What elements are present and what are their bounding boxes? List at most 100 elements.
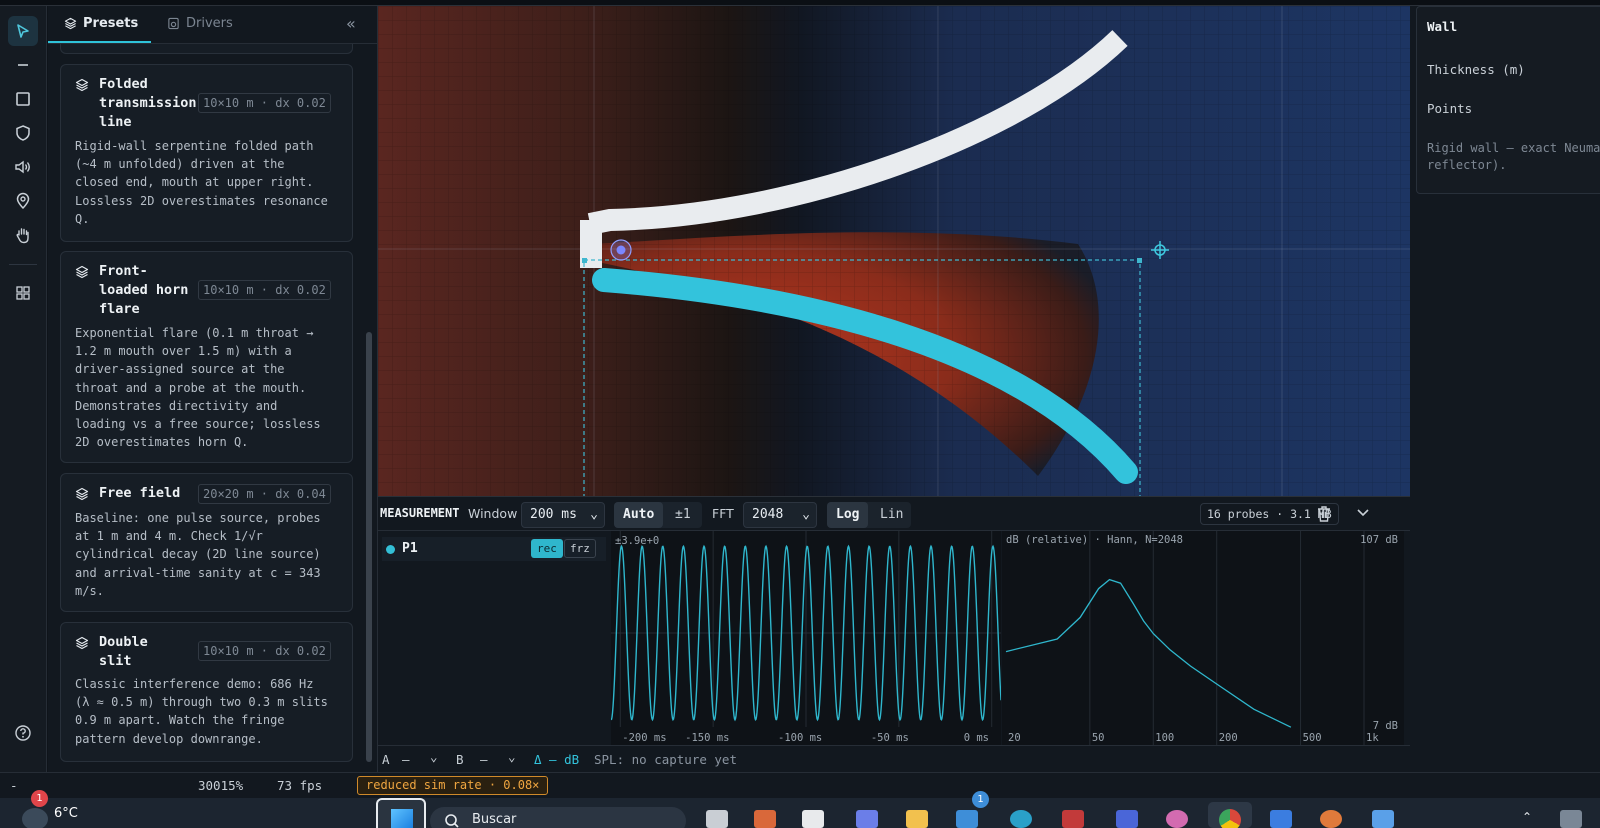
marker-b-select[interactable]: — ⌄ (480, 749, 522, 767)
reduced-sim-rate-badge: reduced sim rate · 0.08× (357, 776, 549, 795)
description-line: 1.2 m mouth over 1.5 m) with a (75, 344, 292, 359)
chevron-up-icon[interactable]: ⌃ (1522, 810, 1532, 824)
collapse-panel-button[interactable]: « (346, 14, 356, 33)
weather-temperature[interactable]: 6°C (54, 806, 78, 821)
layers-icon (64, 17, 77, 30)
os-taskbar: 1 6°C Buscar 1 ⌃ (0, 790, 1600, 828)
window-value: 200 ms (530, 507, 577, 522)
preset-card-free-field[interactable]: Free field 20×20 m · dx 0.04 Baseline: o… (60, 473, 353, 612)
preset-description: Classic interference demo: 686 Hz (λ ≈ 0… (75, 675, 345, 748)
speaker-icon[interactable] (8, 152, 38, 182)
chevron-down-icon: ⌄ (430, 749, 438, 764)
preset-name-line: Front- (99, 263, 148, 279)
trash-icon[interactable] (1316, 505, 1332, 523)
app-icon-flower[interactable] (1166, 810, 1188, 828)
app-icon-gmail[interactable] (1062, 810, 1084, 828)
preset-description: Exponential flare (0.1 m throat → 1.2 m … (75, 324, 345, 451)
log-button[interactable]: Log (827, 502, 869, 528)
description-line: Q. (75, 211, 90, 226)
app-icon-media-player[interactable] (1320, 810, 1342, 828)
description-line: and arrival-time sanity at c = 343 (75, 565, 321, 580)
measurement-footer: A — ⌄ B — ⌄ Δ — dB SPL: no capture yet (378, 745, 1410, 773)
waveform-x-tick-label: 0 ms (964, 732, 989, 744)
marker-a-value: — (402, 752, 410, 767)
spectrum-x-tick-label: 50 (1092, 732, 1105, 744)
window-select[interactable]: 200 ms ⌄ (521, 502, 605, 528)
folder-icon[interactable] (906, 810, 928, 828)
y-min-label: 7 dB (1373, 720, 1398, 732)
selection-handle[interactable] (582, 258, 587, 263)
grid-icon[interactable] (8, 278, 38, 308)
preset-name: Free field (99, 484, 180, 503)
location-pin-icon[interactable] (8, 186, 38, 216)
marker-a-select[interactable]: — ⌄ (402, 749, 444, 767)
simulation-canvas[interactable] (378, 6, 1410, 496)
spectrum-plot: dB (relative) · Hann, N=2048 107 dB 7 dB… (1002, 531, 1404, 745)
app-icon-documents[interactable] (802, 810, 824, 828)
preset-name-line: Free field (99, 485, 181, 501)
waveform-x-tick-label: -200 ms (622, 732, 666, 744)
line-icon[interactable] (8, 50, 38, 80)
app-icon-notepad[interactable] (1372, 810, 1394, 828)
weather-icon[interactable] (22, 808, 48, 828)
preset-meta-badge: 10×10 m · dx 0.02 (198, 641, 331, 661)
collapse-chevron-icon[interactable] (1356, 508, 1370, 518)
preset-card-front-loaded-horn-flare[interactable]: Front- loaded horn flare 10×10 m · dx 0.… (60, 251, 353, 463)
spectrum-header: dB (relative) · Hann, N=2048 (1006, 534, 1183, 546)
description-line: Demonstrates directivity and (75, 398, 278, 413)
measurement-title: MEASUREMENT (380, 506, 460, 520)
preset-card-double-slit[interactable]: Double slit 10×10 m · dx 0.02 Classic in… (60, 622, 353, 762)
hand-icon[interactable] (8, 220, 38, 250)
waveform-x-ticks: -200 ms -150 ms -100 ms -50 ms 0 ms (622, 732, 989, 744)
waveform-x-tick-label: -150 ms (685, 732, 729, 744)
preset-name-line: transmission (99, 95, 197, 111)
scrollbar-thumb[interactable] (366, 332, 372, 762)
pressure-field-view[interactable] (378, 6, 1410, 496)
lin-button[interactable]: Lin (871, 502, 912, 528)
preset-description: Rigid-wall serpentine folded path (~4 m … (75, 137, 345, 228)
start-button[interactable] (376, 798, 426, 828)
rectangle-icon[interactable] (8, 84, 38, 114)
fft-size-select[interactable]: 2048 ⌄ (743, 502, 817, 528)
tab-presets[interactable]: Presets (64, 16, 138, 31)
fps-readout: 73 fps (277, 778, 323, 793)
spectrum-x-tick-label: 100 (1155, 732, 1174, 744)
status-bar: - 30015% 73 fps reduced sim rate · 0.08× (0, 772, 1600, 798)
record-button[interactable]: rec (531, 539, 563, 558)
layers-icon (75, 487, 89, 501)
help-icon[interactable] (8, 718, 38, 748)
pointer-icon[interactable] (8, 16, 38, 46)
selection-handle[interactable] (1137, 258, 1142, 263)
tab-presets-label: Presets (83, 16, 139, 31)
taskbar-search[interactable]: Buscar (430, 807, 686, 828)
shield-icon[interactable] (8, 118, 38, 148)
description-line: closed end, mouth at upper right. (75, 175, 314, 190)
app-icon-file-manager[interactable] (706, 810, 728, 828)
chrome-active-slot[interactable] (1208, 802, 1252, 828)
y-max-label: 107 dB (1360, 534, 1398, 546)
app-icon-claude[interactable] (754, 810, 776, 828)
app-icon-copilot[interactable] (856, 810, 878, 828)
zoom-readout: 30015% (198, 778, 244, 793)
app-icon-settings[interactable] (1116, 810, 1138, 828)
preset-card-folded-transmission-line[interactable]: Folded transmission line 10×10 m · dx 0.… (60, 64, 353, 242)
pm1-button[interactable]: ±1 (666, 502, 700, 528)
preset-name-line: Folded (99, 76, 148, 92)
freeze-button[interactable]: frz (564, 539, 596, 558)
app-icon-mail[interactable] (956, 810, 978, 828)
description-line: (~4 m unfolded) driven at the (75, 157, 285, 172)
app-icon-vscode[interactable] (1270, 810, 1292, 828)
presets-scrollbar[interactable] (366, 52, 372, 764)
driver-icon (168, 17, 179, 30)
chevron-down-icon: ⌄ (802, 507, 810, 522)
presets-panel: Presets Drivers « Folded transmission li… (48, 6, 378, 772)
tray-icon[interactable] (1560, 810, 1582, 828)
window-label: Window (468, 506, 518, 521)
edge-browser-icon[interactable] (1010, 810, 1032, 828)
tab-drivers[interactable]: Drivers (167, 16, 233, 31)
probe-row-p1[interactable]: P1 rec frz (382, 537, 606, 561)
description-line: loading vs a free source; lossless (75, 417, 321, 432)
wall-inspector: Wall Thickness (m) Points Rigid wall — e… (1416, 6, 1600, 194)
description-line: Classic interference demo: 686 Hz (75, 677, 314, 691)
auto-button[interactable]: Auto (614, 502, 664, 528)
